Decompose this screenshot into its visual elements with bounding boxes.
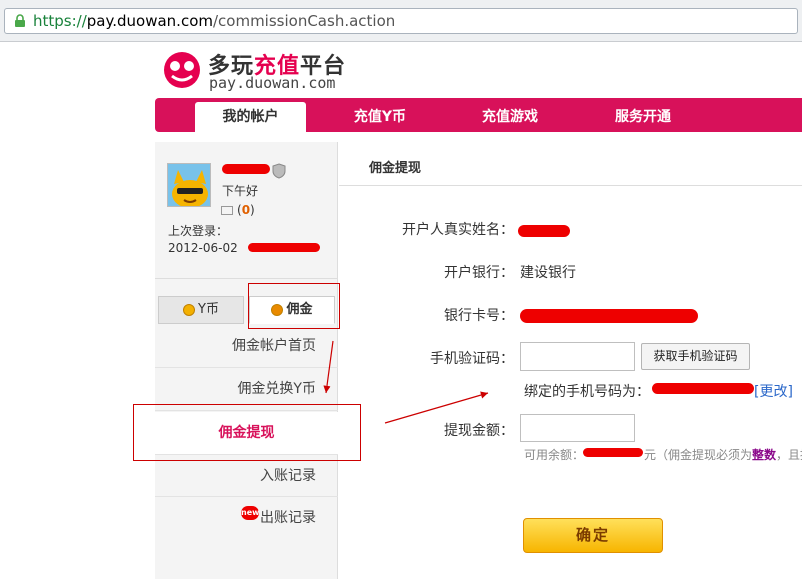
- annotation-arrows: [323, 340, 489, 424]
- annotation-arrow-down: [323, 340, 334, 394]
- annotation-arrow-right: [384, 391, 489, 424]
